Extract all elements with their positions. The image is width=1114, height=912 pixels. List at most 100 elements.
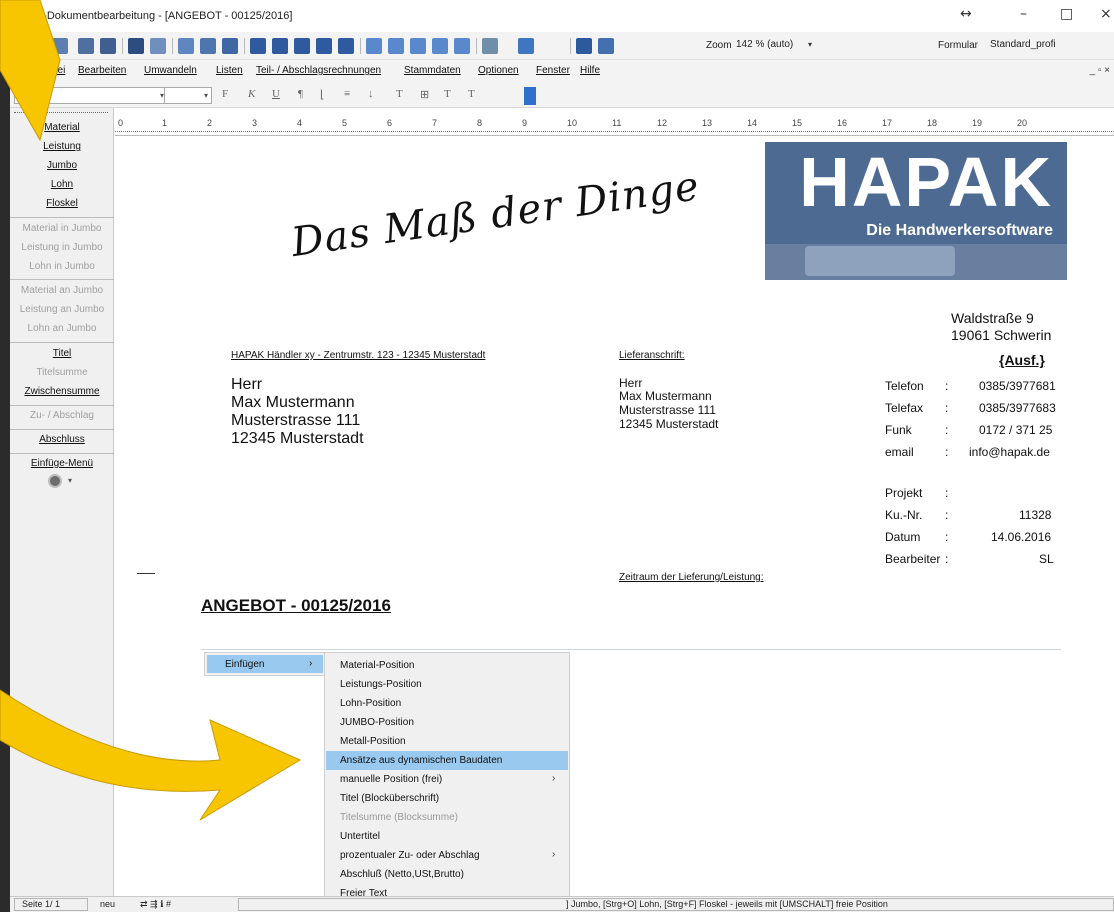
sidebar-item-lohn[interactable]: Lohn [10,179,114,190]
meta-label: Bearbeiter [885,552,941,566]
position-table-line [201,649,1061,650]
underline-button[interactable]: U [272,88,280,100]
maximize-button[interactable]: □ [1060,6,1073,22]
print-icon[interactable] [150,38,166,54]
delivery-address-line: Musterstrasse 111 [619,403,716,417]
delete-icon[interactable] [128,38,144,54]
menu-optionen[interactable]: Optionen [478,65,519,76]
sidebar-item-label: Titelsumme [36,367,88,378]
sidebar-item-label: Lohn an Jumbo [27,323,97,334]
find-icon[interactable] [598,38,614,54]
paste-icon[interactable] [222,38,238,54]
chevron-down-icon[interactable]: ▾ [808,40,812,49]
document-window-icon[interactable] [24,66,36,78]
insert-jumbo-end-icon[interactable] [454,38,470,54]
color-picker-icon[interactable] [524,87,536,105]
sidebar-item-einfuege-menue[interactable]: Einfüge-Menü [10,458,114,469]
contact-label: Funk [885,423,912,437]
sidebar-item-zwischensumme[interactable]: Zwischensumme [10,386,114,397]
submenu-item[interactable]: prozentualer Zu- oder Abschlag › [326,846,568,865]
indent-icon[interactable]: ⌊ [320,88,324,101]
calculator-icon[interactable] [518,38,534,54]
italic-button[interactable]: K [248,88,255,100]
status-mode: neu [100,899,116,909]
submenu-item[interactable]: Lohn-Position [326,694,568,713]
contact-value: 0172 / 371 25 [979,423,1053,437]
globe-icon[interactable] [48,474,62,488]
document-heading: ANGEBOT - 00125/2016 [201,596,391,615]
sidebar-item-material[interactable]: Material [10,122,114,133]
menu-listen[interactable]: Listen [216,65,243,76]
text-frame-icon[interactable]: T [396,88,403,100]
insert-floskel-icon[interactable] [338,38,354,54]
logo-keyboard-image [805,246,955,276]
restore-arrows-icon[interactable]: ↔ [960,6,972,22]
submenu-item-highlighted[interactable]: Ansätze aus dynamischen Baudaten [326,751,568,770]
submenu-item-label: Ansätze aus dynamischen Baudaten [340,755,503,766]
menu-datei[interactable]: Datei [42,65,65,76]
delivery-address-line: 12345 Musterstadt [619,417,719,431]
sidebar-item-floskel[interactable]: Floskel [10,198,114,209]
minimize-button[interactable]: – [1020,6,1027,22]
ruler-mark: 15 [792,118,803,128]
font-name-select[interactable]: ▾ [14,87,168,104]
insert-leistung-icon[interactable] [272,38,288,54]
insert-leistung-in-jumbo-icon[interactable] [388,38,404,54]
company-city: 19061 Schwerin [951,327,1052,343]
save-all-icon[interactable] [100,38,116,54]
fold-mark [137,573,155,574]
sidebar-item-abschluss[interactable]: Abschluss [10,434,114,445]
close-button[interactable]: × [1100,6,1112,22]
menu-teil-abschlagsrechnungen[interactable]: Teil- / Abschlagsrechnungen [256,65,381,76]
mdi-window-controls[interactable]: _ ▫ × [1089,65,1110,76]
document-page[interactable]: Das Maß der Dinge HAPAK Die Handwerkerso… [115,136,1114,896]
sidebar-item-leistung[interactable]: Leistung [10,141,114,152]
sidebar-item-titel[interactable]: Titel [10,348,114,359]
menu-bearbeiten[interactable]: Bearbeiten [78,65,126,76]
zoom-select[interactable]: 142 % (auto) [734,38,818,54]
ruler-mark: 17 [882,118,893,128]
menu-hilfe[interactable]: Hilfe [580,65,600,76]
insert-lohn-icon[interactable] [294,38,310,54]
menu-stammdaten[interactable]: Stammdaten [404,65,461,76]
font-size-select[interactable]: ▾ [164,87,212,104]
text-list-icon[interactable]: T [468,88,475,100]
submenu-item[interactable]: Abschluß (Netto,USt,Brutto) [326,865,568,884]
menu-umwandeln[interactable]: Umwandeln [144,65,197,76]
submenu-item[interactable]: manuelle Position (frei) › [326,770,568,789]
text-block-icon[interactable] [482,38,498,54]
insert-material-icon[interactable] [250,38,266,54]
contact-value: info@hapak.de [969,445,1050,459]
insert-lohn-in-jumbo-icon[interactable] [410,38,426,54]
submenu-item[interactable]: Metall-Position [326,732,568,751]
insert-jumbo-icon[interactable] [316,38,332,54]
copy-icon[interactable] [200,38,216,54]
insert-floskel-in-jumbo-icon[interactable] [432,38,448,54]
ruler-mark: 12 [657,118,668,128]
paragraph-button[interactable]: ¶ [298,88,303,100]
spacing-icon[interactable]: ↓ [368,88,374,100]
document-icon[interactable] [52,38,68,54]
cut-icon[interactable] [178,38,194,54]
align-icon[interactable]: ≡ [344,88,350,100]
formular-select[interactable]: Standard_profi [988,38,1112,54]
people-icon[interactable] [576,38,592,54]
save-icon[interactable] [78,38,94,54]
insert-material-in-jumbo-icon[interactable] [366,38,382,54]
menu-fenster[interactable]: Fenster [536,65,570,76]
chevron-down-icon[interactable]: ▾ [68,476,72,485]
submenu-item[interactable]: Untertitel [326,827,568,846]
ruler-mark: 18 [927,118,938,128]
title-bar: PAK-Dokumentbearbeitung - [ANGEBOT - 001… [10,0,1114,32]
meta-sep: : [945,552,949,566]
ruler: 0 1 2 3 4 5 6 7 8 9 10 11 12 13 14 15 16… [115,108,1114,136]
bold-button[interactable]: F [222,88,228,100]
meta-value: 14.06.2016 [991,530,1052,544]
submenu-item[interactable]: Material-Position [326,656,568,675]
submenu-item[interactable]: Leistungs-Position [326,675,568,694]
submenu-item[interactable]: JUMBO-Position [326,713,568,732]
table-icon[interactable]: ⊞ [420,88,429,101]
submenu-item[interactable]: Titel (Blocküberschrift) [326,789,568,808]
sidebar-item-jumbo[interactable]: Jumbo [10,160,114,171]
text-size-icon[interactable]: T [444,88,451,100]
